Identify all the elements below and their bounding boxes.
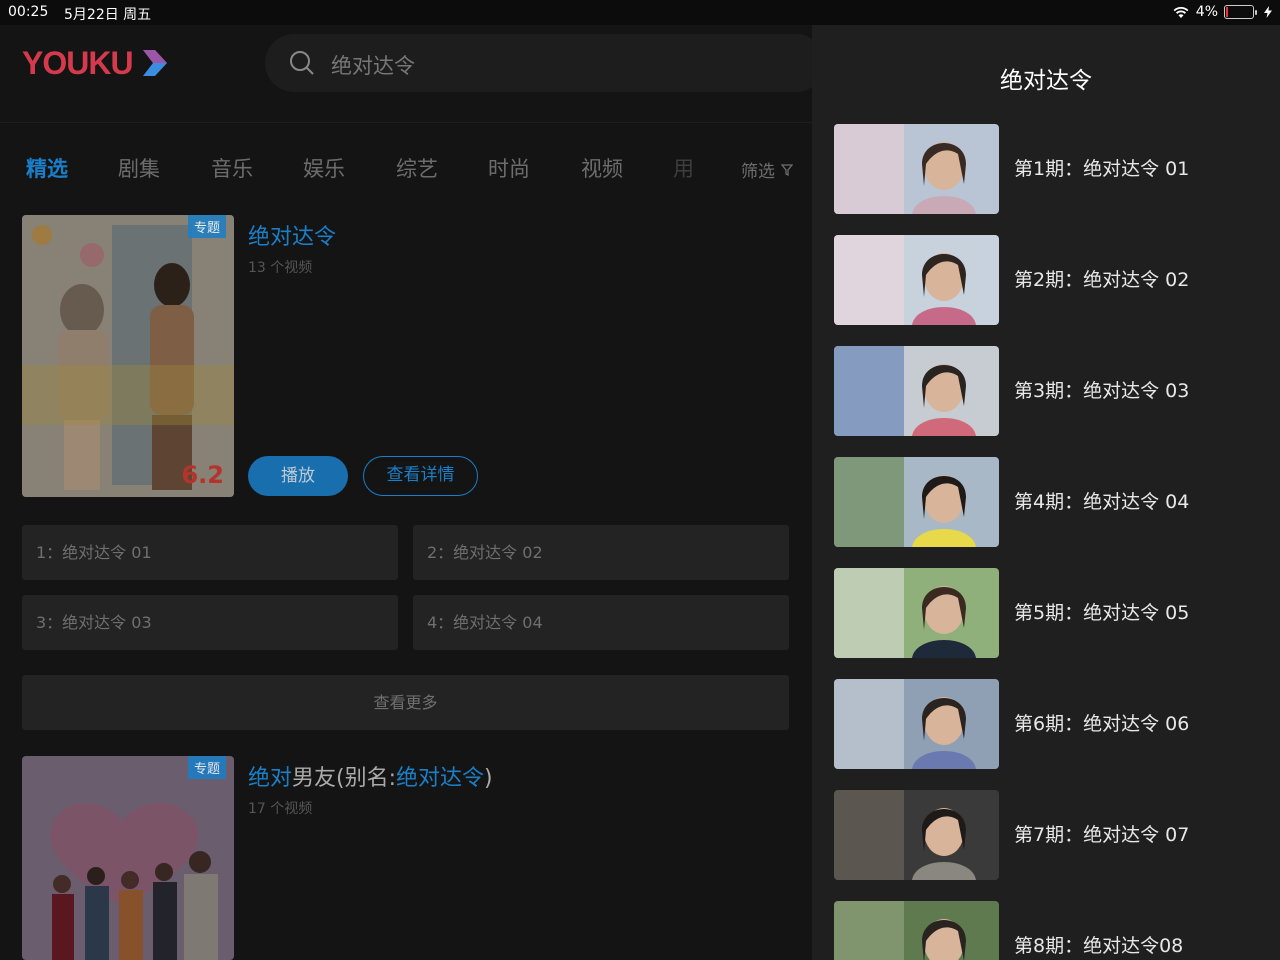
episode-panel: 绝对达令 第1期：绝对达令 01 第2期：绝对达令 02 第3期：绝对达令 03 第4… [812, 25, 1280, 960]
result-poster[interactable]: 专题 6.2 [22, 215, 234, 497]
result-title[interactable]: 绝对达令 [248, 219, 336, 251]
title-highlight-alias: 绝对达令 [396, 766, 485, 791]
tab-entertainment[interactable]: 娱乐 [303, 153, 345, 183]
filter-icon [781, 163, 793, 176]
episode-label: 第8期：绝对达令08 [1014, 935, 1184, 957]
status-bar: 00:25 5月22日 周五 4% [0, 0, 1280, 25]
video-count-2: 17 个视频 [248, 801, 313, 817]
tab-video[interactable]: 视频 [581, 153, 623, 183]
episode-item[interactable]: 第7期：绝对达令 07 [834, 790, 1254, 880]
play-button[interactable]: 播放 [248, 456, 348, 496]
episode-thumbnail [834, 346, 999, 436]
episode-thumbnail [834, 790, 999, 880]
episode-thumbnail [834, 679, 999, 769]
wifi-icon [1173, 6, 1189, 18]
episode-thumbnail [834, 235, 999, 325]
charging-icon [1264, 6, 1272, 18]
result-title-2[interactable]: 绝对男友(别名:绝对达令) [248, 760, 493, 792]
logo-text: YOUKU [22, 44, 134, 81]
rating-score: 6.2 [181, 461, 224, 489]
view-details-button[interactable]: 查看详情 [363, 456, 478, 496]
tab-featured[interactable]: 精选 [26, 153, 68, 183]
episode-label: 第6期：绝对达令 06 [1014, 713, 1190, 735]
episode-label: 第1期：绝对达令 01 [1014, 158, 1190, 180]
topic-badge-2: 专题 [187, 756, 226, 779]
thumbnail-image [834, 901, 999, 960]
result-poster-2[interactable]: 专题 [22, 756, 234, 960]
panel-title: 绝对达令 [1000, 68, 1092, 94]
thumbnail-image [834, 346, 999, 436]
search-bar[interactable]: 绝对达令 [265, 34, 825, 92]
tab-user[interactable]: 用 [673, 153, 694, 183]
filter-label: 筛选 [741, 162, 775, 182]
play-arrow-logo-icon [142, 50, 167, 76]
episode-label: 第7期：绝对达令 07 [1014, 824, 1190, 846]
poster-image [22, 215, 234, 497]
thumbnail-image [834, 568, 999, 658]
topic-badge: 专题 [187, 215, 226, 238]
status-date: 5月22日 周五 [64, 7, 152, 23]
filter-button[interactable]: 筛选 [741, 157, 793, 182]
episode-item[interactable]: 第1期：绝对达令 01 [834, 124, 1254, 214]
status-time: 00:25 [8, 4, 49, 20]
category-tabs: 精选 剧集 音乐 娱乐 综艺 时尚 视频 用 筛选 [0, 153, 812, 187]
episode-item[interactable]: 第8期：绝对达令08 [834, 901, 1254, 960]
episode-item[interactable]: 第5期：绝对达令 05 [834, 568, 1254, 658]
thumbnail-image [834, 235, 999, 325]
episode-thumbnail [834, 457, 999, 547]
thumbnail-image [834, 679, 999, 769]
video-count: 13 个视频 [248, 260, 313, 276]
status-right: 4% [1172, 4, 1272, 20]
view-more-button[interactable]: 查看更多 [22, 675, 789, 730]
search-input[interactable]: 绝对达令 [331, 50, 415, 80]
episode-label: 第3期：绝对达令 03 [1014, 380, 1190, 402]
episode-label: 第2期：绝对达令 02 [1014, 269, 1190, 291]
episode-label: 第5期：绝对达令 05 [1014, 602, 1190, 624]
poster-image-2 [22, 756, 234, 960]
title-plain-end: ) [484, 766, 493, 791]
youku-logo[interactable]: YOUKU [22, 45, 169, 81]
tab-fashion[interactable]: 时尚 [488, 153, 530, 183]
title-highlight: 绝对 [248, 766, 293, 791]
episode-button-3[interactable]: 3：绝对达令 03 [22, 595, 398, 650]
thumbnail-image [834, 124, 999, 214]
thumbnail-image [834, 457, 999, 547]
battery-percent: 4% [1195, 4, 1218, 20]
episode-item[interactable]: 第6期：绝对达令 06 [834, 679, 1254, 769]
episode-label: 第4期：绝对达令 04 [1014, 491, 1190, 513]
episode-button-1[interactable]: 1：绝对达令 01 [22, 525, 398, 580]
battery-icon [1224, 5, 1257, 19]
tab-series[interactable]: 剧集 [118, 153, 160, 183]
thumbnail-image [834, 790, 999, 880]
episode-button-2[interactable]: 2：绝对达令 02 [413, 525, 789, 580]
header: YOUKU 绝对达令 [0, 25, 825, 123]
main-page: YOUKU 绝对达令 精选 剧集 音乐 娱乐 综艺 时尚 视频 用 筛选 专题 … [0, 25, 825, 960]
title-plain: 男友(别名: [292, 766, 397, 791]
episode-item[interactable]: 第2期：绝对达令 02 [834, 235, 1254, 325]
episode-thumbnail [834, 124, 999, 214]
tab-music[interactable]: 音乐 [211, 153, 253, 183]
tab-variety[interactable]: 综艺 [396, 153, 438, 183]
episode-thumbnail [834, 568, 999, 658]
episode-item[interactable]: 第3期：绝对达令 03 [834, 346, 1254, 436]
episode-thumbnail [834, 901, 999, 960]
search-icon [290, 51, 314, 75]
episode-button-4[interactable]: 4：绝对达令 04 [413, 595, 789, 650]
episode-item[interactable]: 第4期：绝对达令 04 [834, 457, 1254, 547]
